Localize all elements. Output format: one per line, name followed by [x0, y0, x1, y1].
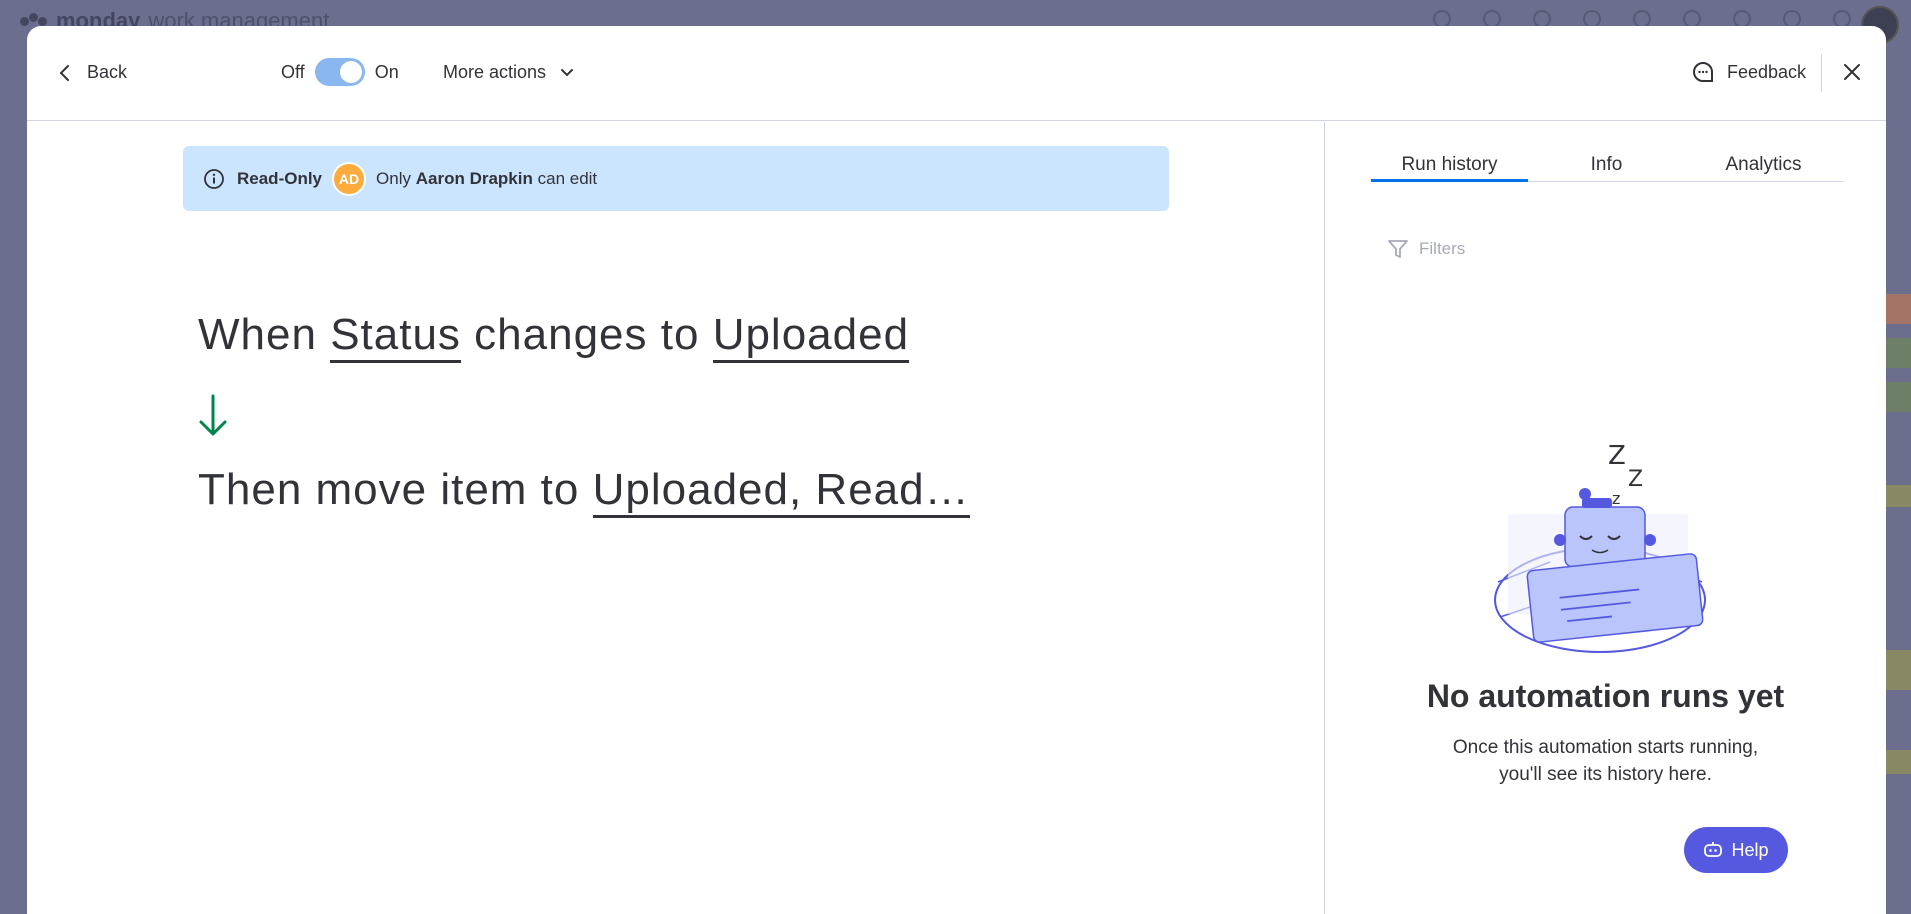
trigger-when: When	[198, 310, 317, 359]
toggle-off-label: Off	[281, 61, 305, 82]
more-actions-button[interactable]: More actions	[443, 62, 574, 83]
background-board-strip	[1886, 250, 1911, 914]
arrow-down-icon	[199, 394, 227, 436]
recipe-pane: Read-Only AD Only Aaron Drapkin can edit…	[27, 122, 1324, 914]
panel-tabs: Run history Info Analytics	[1371, 122, 1843, 182]
owner-avatar: AD	[332, 161, 367, 196]
chevron-left-icon	[59, 64, 69, 81]
more-actions-label: More actions	[443, 62, 547, 82]
action-sentence: Then move item to Uploaded, Read…	[198, 465, 970, 519]
automation-toggle-group: Off On	[281, 58, 399, 86]
action-prefix: Then move item to	[198, 465, 580, 514]
sleeping-robot-illustration: Z Z z	[1494, 442, 1706, 653]
trigger-value-field[interactable]: Uploaded	[712, 311, 910, 364]
owner-name: Aaron Drapkin	[415, 168, 533, 188]
filters-button[interactable]: Filters	[1387, 238, 1465, 260]
toggle-knob	[339, 61, 362, 83]
header-divider	[1821, 54, 1822, 92]
read-only-banner: Read-Only AD Only Aaron Drapkin can edit	[183, 146, 1169, 211]
help-button[interactable]: Help	[1684, 827, 1788, 873]
run-history-panel: Run history Info Analytics Filters Z Z z	[1325, 122, 1886, 914]
background-app-bar: monday work management	[0, 0, 1911, 33]
filters-label: Filters	[1419, 239, 1466, 258]
empty-state-line-2: you'll see its history here.	[1499, 764, 1712, 785]
tab-info[interactable]: Info	[1528, 122, 1685, 182]
automation-toggle[interactable]	[314, 58, 365, 86]
banner-text-prefix: Only	[376, 168, 411, 188]
back-button[interactable]: Back	[57, 62, 127, 83]
tab-analytics[interactable]: Analytics	[1685, 122, 1842, 182]
trigger-sentence: When Status changes to Uploaded	[198, 310, 910, 364]
svg-text:Z: Z	[1608, 442, 1626, 471]
trigger-column-field[interactable]: Status	[330, 311, 461, 364]
info-icon	[204, 168, 224, 189]
empty-state-line-1: Once this automation starts running,	[1452, 737, 1759, 758]
feedback-bubble-icon	[1693, 61, 1713, 82]
empty-state-description: Once this automation starts running, you…	[1325, 734, 1886, 788]
close-icon[interactable]	[1842, 62, 1862, 82]
read-only-label: Read-Only	[237, 168, 323, 188]
banner-text-suffix: can edit	[537, 168, 598, 188]
empty-state-title: No automation runs yet	[1426, 678, 1785, 714]
help-bot-icon	[1704, 842, 1723, 857]
feedback-button[interactable]: Feedback	[1691, 60, 1806, 84]
toggle-on-label: On	[374, 61, 399, 82]
help-label: Help	[1731, 839, 1769, 860]
trigger-changes: changes to	[474, 310, 700, 359]
action-target-field[interactable]: Uploaded, Read…	[592, 466, 970, 519]
svg-text:Z: Z	[1628, 467, 1643, 492]
tab-run-history[interactable]: Run history	[1371, 122, 1528, 182]
modal-header: Back Off On More actions Feedback	[27, 26, 1886, 121]
feedback-label: Feedback	[1727, 61, 1807, 82]
svg-text:z: z	[1612, 489, 1620, 508]
automation-modal: Back Off On More actions Feedback Read-O…	[27, 26, 1886, 914]
back-label: Back	[87, 62, 128, 82]
filter-icon	[1388, 240, 1408, 258]
chevron-down-icon	[561, 68, 574, 76]
